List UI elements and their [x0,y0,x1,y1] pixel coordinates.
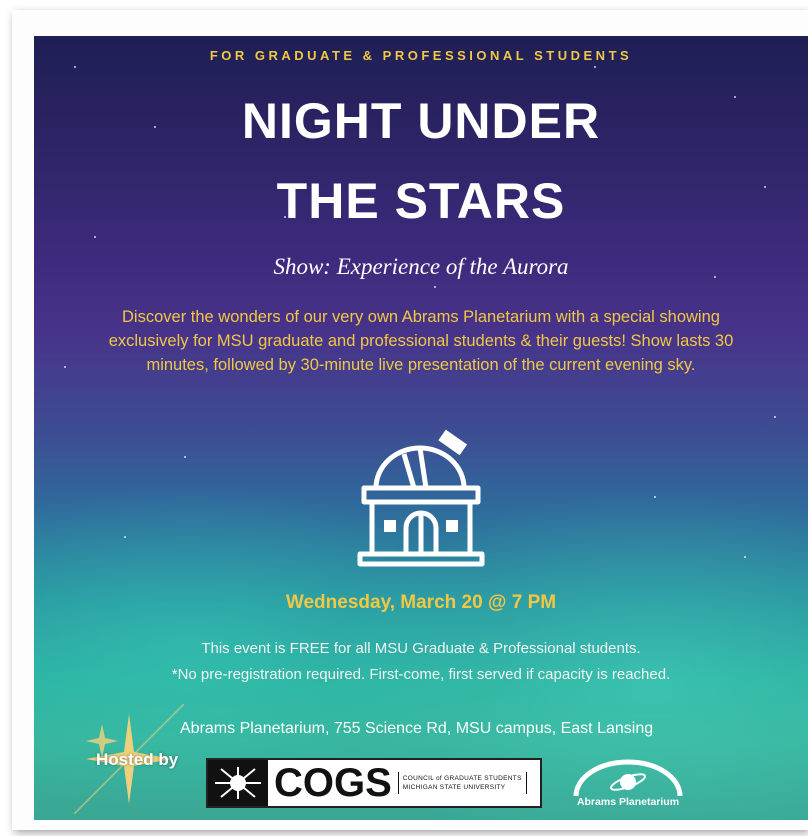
title-line-1: NIGHT UNDER [241,93,601,149]
planet-arc-icon [573,759,683,797]
abrams-name: Abrams Planetarium [576,796,680,808]
hosted-by-label: Hosted by [96,750,179,769]
cogs-subtitle: COUNCIL of GRADUATE STUDENTS MICHIGAN ST… [397,772,527,794]
event-location: Abrams Planetarium, 755 Science Rd, MSU … [180,720,654,737]
cogs-subtitle-line-1: COUNCIL of GRADUATE STUDENTS [402,775,522,782]
cogs-emblem-icon [208,760,268,806]
show-subtitle: Show: Experience of the Aurora [273,254,569,279]
cogs-subtitle-line-2: MICHIGAN STATE UNIVERSITY [402,784,506,791]
title-line-2: THE STARS [276,173,566,229]
abrams-planetarium-logo: Abrams Planetarium [568,758,688,814]
event-date: Wednesday, March 20 @ 7 PM [285,592,557,613]
observatory-icon [357,429,485,567]
tagline: FOR GRADUATE & PROFESSIONAL STUDENTS [209,48,633,63]
cogs-logo: COGS COUNCIL of GRADUATE STUDENTS MICHIG… [206,758,542,808]
free-notice: This event is FREE for all MSU Graduate … [201,640,641,657]
registration-notice: *No pre-registration required. First-com… [171,666,671,683]
event-description: Discover the wonders of our very own Abr… [108,308,734,374]
event-poster: FOR GRADUATE & PROFESSIONAL STUDENTS NIG… [34,36,808,820]
cogs-wordmark: COGS [274,761,392,805]
